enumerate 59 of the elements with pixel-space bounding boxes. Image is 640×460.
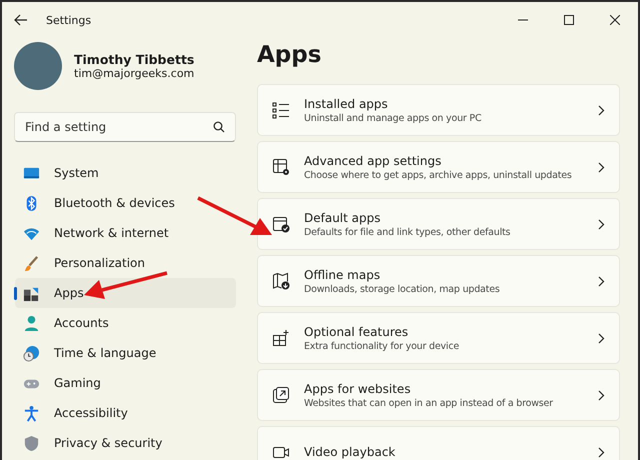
- chevron-icon: [597, 162, 605, 172]
- window-title: Settings: [46, 14, 92, 26]
- card-subtitle: Defaults for file and link types, other defaults: [304, 226, 512, 238]
- category-icon: [23, 344, 40, 362]
- sidebar-item[interactable]: Time & language: [15, 338, 236, 368]
- settings-card[interactable]: Installed apps Uninstall and manage apps on your PC: [257, 84, 620, 136]
- card-subtitle: Downloads, storage location, map updates: [304, 284, 501, 294]
- sidebar-item[interactable]: Bluetooth & devices: [15, 188, 236, 218]
- card-subtitle: Uninstall and manage apps on your PC: [304, 112, 482, 124]
- search-field[interactable]: Find a setting: [14, 112, 236, 142]
- user-name: Timothy Tibbetts: [74, 52, 194, 67]
- setting-icon: [272, 329, 290, 347]
- chevron-icon: [597, 332, 605, 344]
- close-icon[interactable]: [610, 15, 620, 25]
- maximize-icon[interactable]: [564, 15, 574, 25]
- settings-card[interactable]: Advanced app settings Choose where to get apps, archive apps, uninstall updates: [257, 141, 620, 193]
- sidebar-item[interactable]: Gaming: [15, 368, 236, 398]
- sidebar-item[interactable]: System: [15, 158, 236, 188]
- chevron-icon: [597, 104, 605, 116]
- user-email: tim@majorgeeks.com: [74, 67, 194, 80]
- page-title: Apps: [257, 42, 322, 68]
- chevron-icon: [597, 390, 605, 400]
- sidebar-item[interactable]: Accounts: [15, 308, 236, 338]
- card-title: Installed apps: [304, 96, 389, 110]
- setting-icon: [272, 101, 290, 119]
- settings-card[interactable]: Apps for websites Websites that can open in an app instead of a browser: [257, 369, 620, 421]
- sidebar-item[interactable]: Privacy & security: [15, 428, 236, 458]
- category-icon: [23, 404, 40, 422]
- card-title: Optional features: [304, 324, 410, 338]
- card-title: Offline maps: [304, 268, 382, 282]
- category-icon: [23, 254, 40, 272]
- setting-icon: [272, 158, 290, 176]
- search-icon[interactable]: [213, 121, 225, 133]
- settings-card[interactable]: Offline maps Downloads, storage location, map updates: [257, 255, 620, 307]
- search-input[interactable]: Find a setting: [23, 119, 213, 135]
- avatar-placeholder: [14, 42, 62, 90]
- card-title: Advanced app settings: [304, 154, 442, 168]
- card-title: Apps for websites: [304, 382, 412, 396]
- setting-icon: [272, 272, 290, 290]
- sidebar-item[interactable]: Apps: [15, 278, 236, 308]
- back-arrow-icon[interactable]: [14, 13, 28, 27]
- sidebar-item[interactable]: Personalization: [15, 248, 236, 278]
- sidebar-item[interactable]: Accessibility: [15, 398, 236, 428]
- card-title: Video playback: [304, 445, 396, 459]
- sidebar-item[interactable]: Network & internet: [15, 218, 236, 248]
- settings-card[interactable]: Video playback: [257, 426, 620, 460]
- card-subtitle: Choose where to get apps, archive apps, uninstall updates: [304, 170, 573, 180]
- settings-card[interactable]: Default apps Defaults for file and link types, other defaults: [257, 198, 620, 250]
- card-title: Default apps: [304, 210, 382, 224]
- settings-card[interactable]: Optional features Extra functionality for your device: [257, 312, 620, 364]
- card-subtitle: Extra functionality for your device: [304, 340, 460, 352]
- chevron-icon: [597, 276, 605, 286]
- setting-icon: [272, 215, 290, 233]
- chevron-icon: [597, 446, 605, 458]
- category-icon: [23, 314, 40, 332]
- category-icon: [23, 434, 40, 452]
- setting-icon: [272, 386, 290, 404]
- chevron-icon: [597, 218, 605, 230]
- card-subtitle: Websites that can open in an app instead of a browser: [304, 398, 554, 408]
